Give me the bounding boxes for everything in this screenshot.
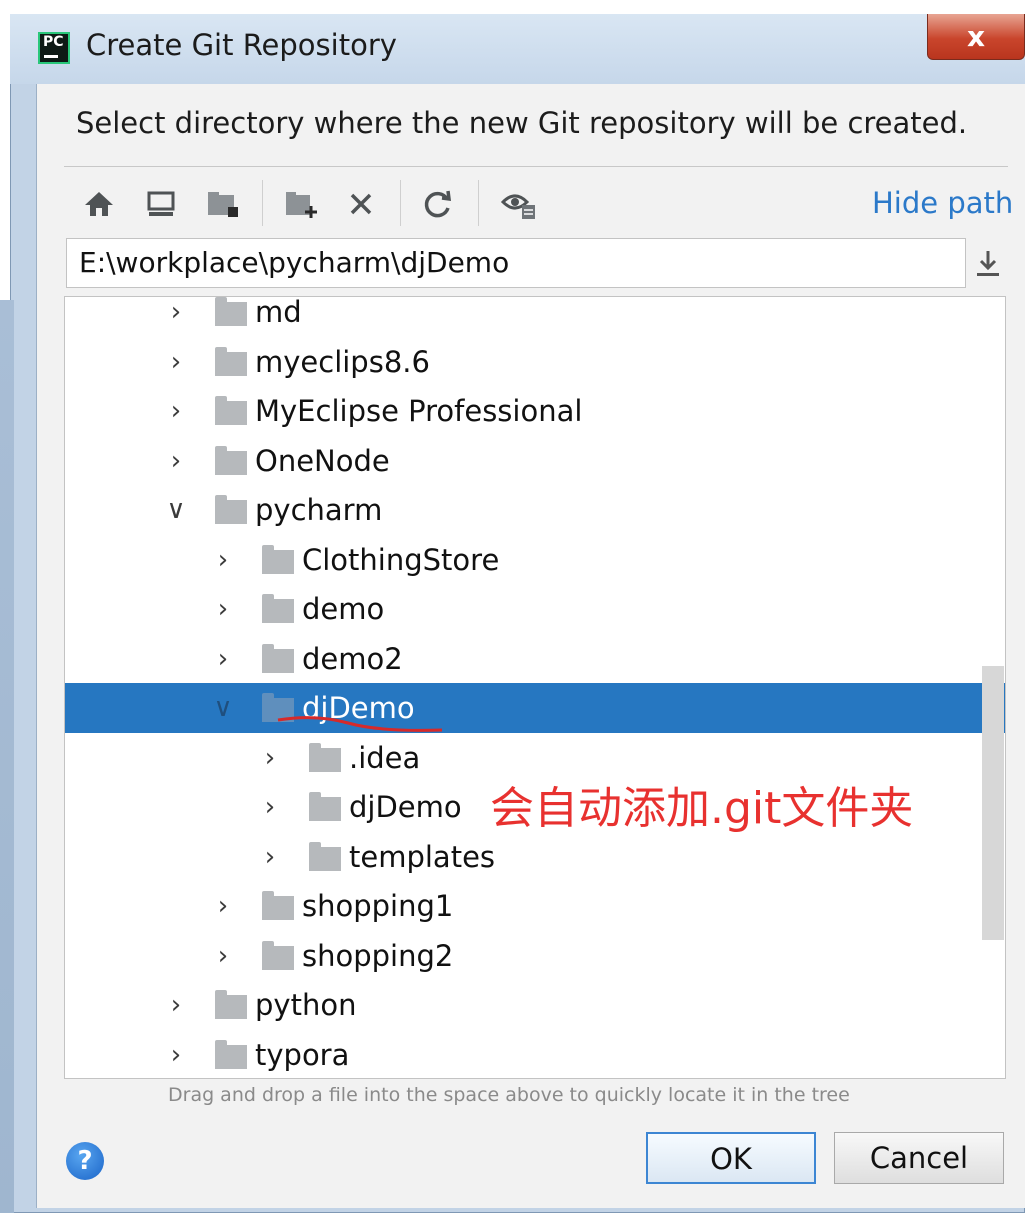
- tree-item-label: python: [255, 988, 357, 1022]
- tree-item[interactable]: ∨ djDemo: [65, 683, 1005, 733]
- close-icon: x: [966, 20, 986, 53]
- chevron-right-icon[interactable]: ›: [161, 337, 191, 387]
- tree-item-label: demo: [302, 592, 385, 626]
- chevron-right-icon[interactable]: ›: [161, 1030, 191, 1079]
- hide-path-link[interactable]: Hide path: [872, 186, 1013, 220]
- chevron-right-icon[interactable]: ›: [255, 733, 285, 783]
- new-folder-icon[interactable]: [282, 184, 322, 224]
- tree-item[interactable]: › shopping2: [65, 931, 1005, 981]
- desktop-icon[interactable]: [142, 184, 180, 224]
- app-icon-text: PC: [43, 34, 64, 50]
- dialog-description: Select directory where the new Git repos…: [76, 106, 968, 140]
- folder-icon: [309, 742, 341, 772]
- chevron-down-icon[interactable]: ∨: [161, 485, 191, 535]
- project-icon[interactable]: [204, 184, 244, 224]
- path-input[interactable]: E:\workplace\pycharm\djDemo: [66, 238, 966, 288]
- tree-item-label: md: [255, 296, 302, 329]
- chevron-right-icon[interactable]: ›: [161, 436, 191, 486]
- folder-icon: [215, 396, 247, 425]
- tree-item-label: .idea: [349, 740, 421, 775]
- tree-item-label: shopping2: [302, 938, 454, 973]
- background-window-edge: [0, 300, 14, 1213]
- tree-item-label: ClothingStore: [302, 542, 500, 577]
- folder-icon: [262, 594, 294, 623]
- chevron-right-icon[interactable]: ›: [208, 584, 238, 634]
- toolbar-divider: [478, 180, 479, 226]
- tree-item-label: typora: [255, 1037, 350, 1072]
- folder-icon: [262, 891, 294, 920]
- tree-item[interactable]: ∨ pycharm: [65, 485, 1005, 535]
- show-hidden-icon[interactable]: [498, 184, 540, 224]
- chevron-right-icon[interactable]: ›: [208, 931, 238, 981]
- chevron-right-icon[interactable]: ›: [208, 634, 238, 684]
- separator: [64, 166, 1008, 167]
- tree-item[interactable]: › python: [65, 980, 1005, 1030]
- tree-item[interactable]: › typora: [65, 1030, 1005, 1079]
- directory-tree[interactable]: › md › myeclips8.6 › MyEclipse Professional › O…: [64, 296, 1006, 1079]
- close-button[interactable]: x: [927, 14, 1025, 60]
- folder-icon: [262, 643, 294, 673]
- chevron-down-icon[interactable]: ∨: [208, 683, 238, 733]
- tree-item-label: myeclips8.6: [255, 344, 430, 379]
- folder-icon: [215, 445, 247, 475]
- tree-item[interactable]: › OneNode: [65, 436, 1005, 486]
- pycharm-app-icon: PC: [38, 32, 70, 64]
- download-icon[interactable]: [972, 244, 1004, 284]
- help-icon[interactable]: ?: [66, 1142, 104, 1180]
- tree-item[interactable]: › shopping1: [65, 881, 1005, 931]
- chevron-right-icon[interactable]: ›: [161, 297, 191, 337]
- tree-item[interactable]: › templates: [65, 832, 1005, 882]
- home-icon[interactable]: [80, 184, 118, 224]
- tree-item[interactable]: › myeclips8.6: [65, 337, 1005, 387]
- folder-icon: [215, 990, 247, 1019]
- folder-icon: [215, 495, 247, 524]
- delete-icon[interactable]: [342, 184, 380, 224]
- tree-item-label: pycharm: [255, 493, 383, 527]
- chevron-right-icon[interactable]: ›: [255, 782, 285, 832]
- refresh-icon[interactable]: [418, 184, 458, 224]
- folder-icon: [309, 792, 341, 821]
- tree-item[interactable]: › demo: [65, 584, 1005, 634]
- tree-item-label: demo2: [302, 641, 403, 676]
- tree-item[interactable]: › MyEclipse Professional: [65, 386, 1005, 436]
- toolbar-divider: [400, 180, 401, 226]
- chevron-right-icon[interactable]: ›: [208, 881, 238, 931]
- tree-scrollbar[interactable]: [982, 666, 1004, 940]
- folder-icon: [262, 544, 294, 574]
- chevron-right-icon[interactable]: ›: [255, 832, 285, 882]
- tree-item-label: shopping1: [302, 889, 454, 923]
- folder-icon: [262, 940, 294, 970]
- red-underline-annotation: [277, 716, 443, 732]
- window-title: Create Git Repository: [86, 28, 397, 62]
- tree-item-label: MyEclipse Professional: [255, 394, 583, 428]
- tree-item[interactable]: › md: [65, 296, 1005, 337]
- folder-icon: [309, 841, 341, 871]
- tree-item-label: templates: [349, 839, 496, 874]
- folder-icon: [215, 1039, 247, 1069]
- annotation-text: 会自动添加.git文件夹: [490, 783, 914, 834]
- chevron-right-icon[interactable]: ›: [161, 386, 191, 436]
- folder-icon: [215, 346, 247, 376]
- chevron-right-icon[interactable]: ›: [208, 535, 238, 585]
- cancel-button[interactable]: Cancel: [834, 1132, 1004, 1184]
- drag-drop-hint: Drag and drop a file into the space abov…: [168, 1084, 850, 1106]
- tree-item-label: djDemo: [349, 790, 462, 824]
- tree-item-label: OneNode: [255, 443, 390, 478]
- ok-button[interactable]: OK: [646, 1132, 816, 1184]
- chevron-right-icon[interactable]: ›: [161, 980, 191, 1030]
- tree-item[interactable]: › demo2: [65, 634, 1005, 684]
- toolbar-divider: [262, 180, 263, 226]
- tree-item[interactable]: › ClothingStore: [65, 535, 1005, 585]
- folder-icon: [215, 297, 247, 326]
